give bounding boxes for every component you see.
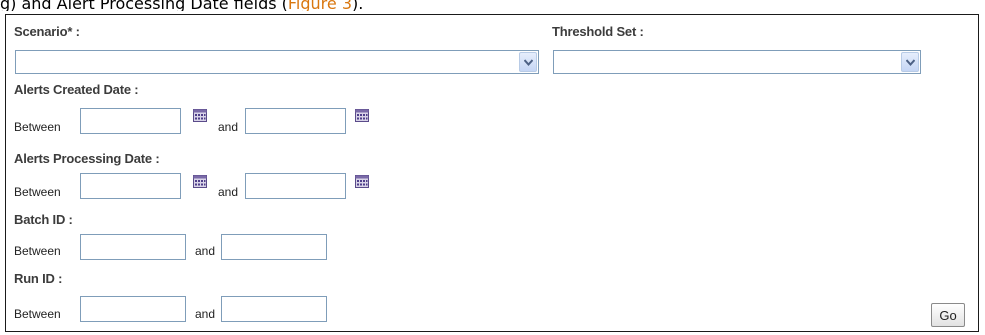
alerts-created-to-input[interactable] [245,108,346,134]
calendar-icon[interactable] [193,109,207,122]
scenario-select[interactable] [15,50,539,74]
go-button[interactable]: Go [931,303,965,327]
alerts-created-between-label: Between [14,120,61,134]
alerts-processing-date-label: Alerts Processing Date : [14,151,160,166]
threshold-set-label: Threshold Set : [552,24,644,39]
run-id-label: Run ID : [14,271,63,286]
run-id-from-input[interactable] [80,296,186,322]
run-id-between-label: Between [14,307,61,321]
figure-link[interactable]: Figure 3 [288,0,352,11]
calendar-icon[interactable] [193,175,207,188]
alerts-processing-between-label: Between [14,185,61,199]
search-form: Scenario* : Threshold Set : Alerts Creat… [5,14,979,332]
batch-id-to-input[interactable] [221,234,327,260]
alerts-created-from-input[interactable] [80,108,181,134]
threshold-set-select[interactable] [553,50,921,74]
batch-id-from-input[interactable] [80,234,186,260]
batch-id-label: Batch ID : [14,212,73,227]
alerts-processing-and-label: and [218,185,239,199]
chevron-down-icon[interactable] [901,52,919,72]
chevron-down-icon[interactable] [519,52,537,72]
batch-id-and-label: and [195,244,216,258]
batch-id-between-label: Between [14,244,61,258]
run-id-to-input[interactable] [221,296,327,322]
calendar-icon[interactable] [355,175,369,188]
caption-text: g) and Alert Processing Date fields ( [0,0,288,11]
alerts-processing-from-input[interactable] [80,173,181,199]
scenario-label: Scenario* : [14,24,80,39]
alerts-created-and-label: and [218,120,239,134]
alerts-processing-to-input[interactable] [245,173,346,199]
run-id-and-label: and [195,307,216,321]
calendar-icon[interactable] [355,109,369,122]
document-caption: g) and Alert Processing Date fields (Fig… [0,0,985,11]
caption-suffix: ). [352,0,364,11]
alerts-created-date-label: Alerts Created Date : [14,82,139,97]
